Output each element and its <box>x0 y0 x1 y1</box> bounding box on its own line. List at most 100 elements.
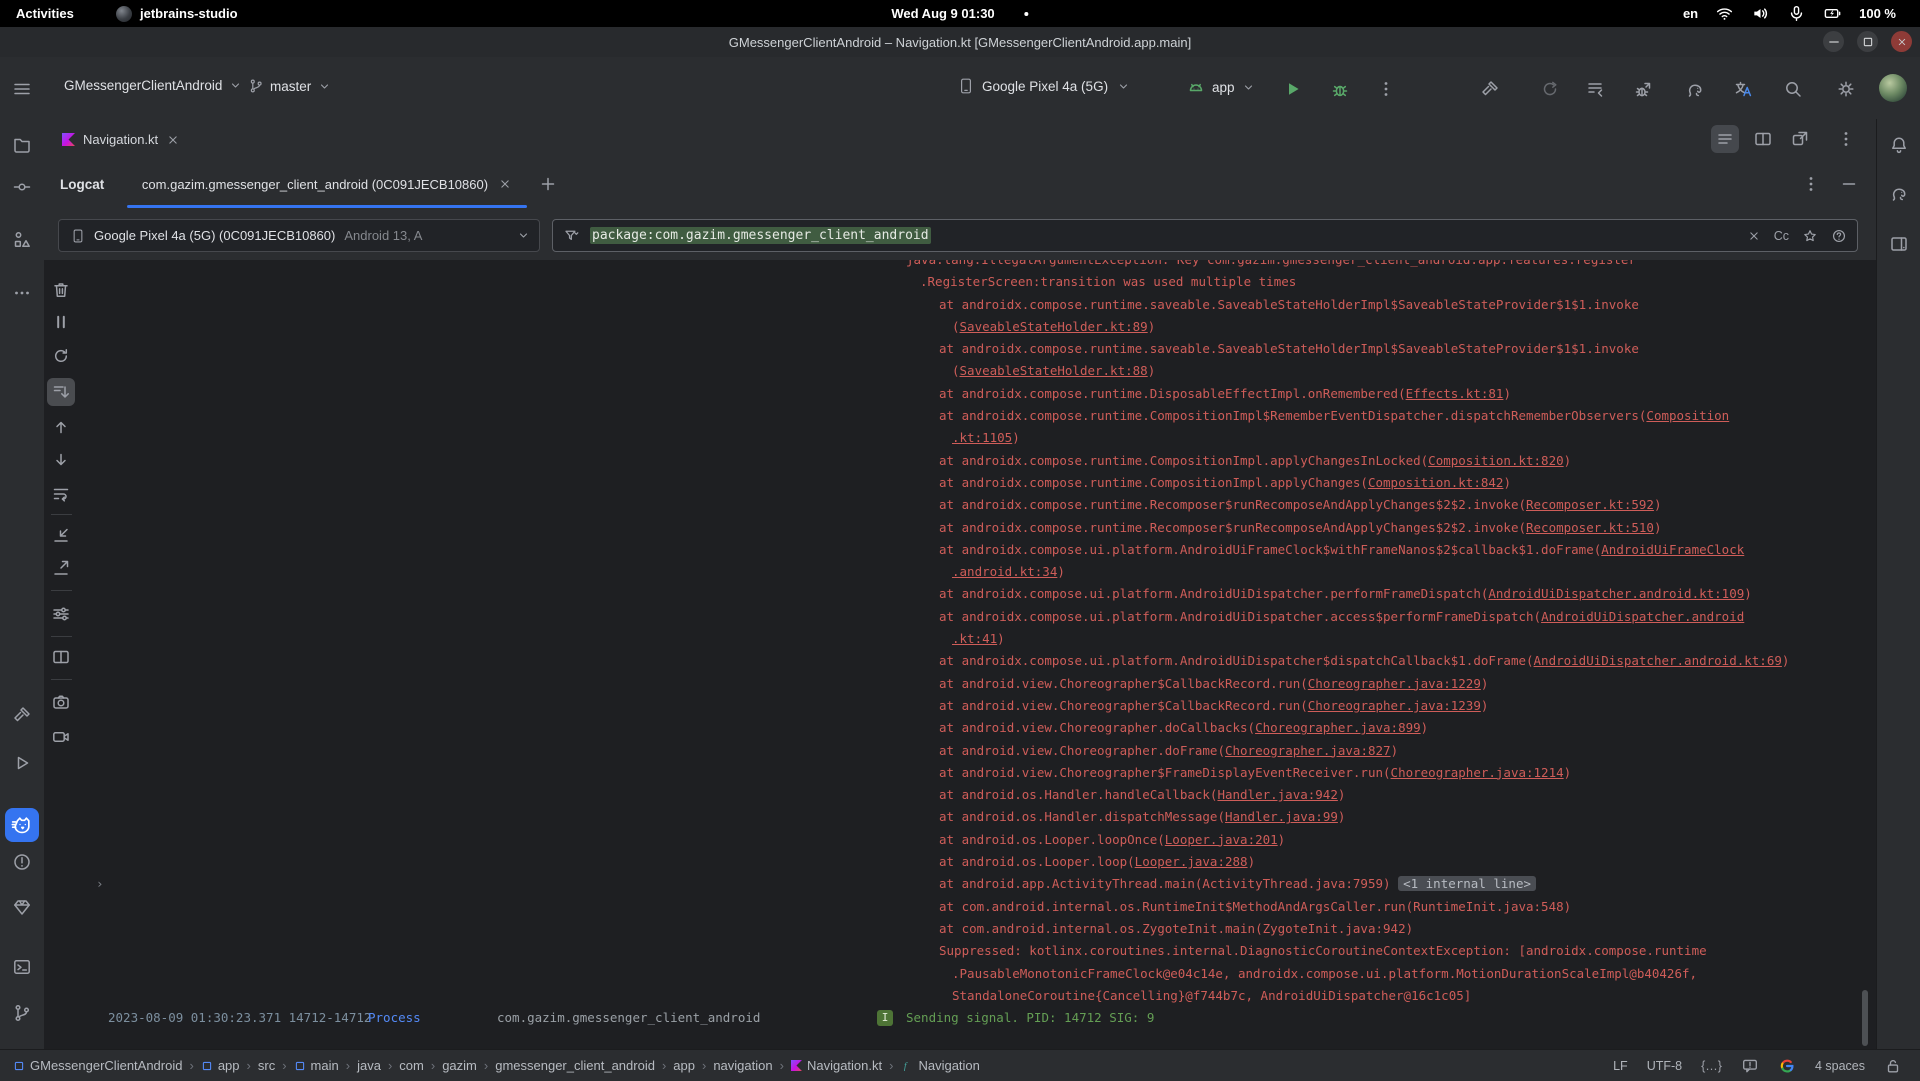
scrollbar-thumb[interactable] <box>1862 990 1868 1046</box>
clear-logcat-icon[interactable] <box>51 280 71 300</box>
tab-options-button[interactable] <box>1832 125 1860 153</box>
filter-help-icon[interactable] <box>1831 228 1847 244</box>
translate-icon[interactable] <box>1733 79 1753 99</box>
sidebar-item-app-quality-insights-icon[interactable] <box>12 897 32 917</box>
sidebar-item-build-icon[interactable] <box>12 705 32 725</box>
more-actions-kebab-icon[interactable] <box>1376 79 1396 99</box>
stack-trace-link[interactable]: Effects.kt:81 <box>1406 386 1504 401</box>
gradle-sync-icon[interactable] <box>1685 79 1705 99</box>
stack-trace-link[interactable]: Composition <box>1646 408 1729 423</box>
breadcrumb-item[interactable]: com <box>399 1058 424 1073</box>
stack-trace-link[interactable]: SaveableStateHolder.kt:88 <box>960 363 1148 378</box>
stack-trace-link[interactable]: .android.kt:34 <box>952 564 1057 579</box>
logcat-output[interactable]: java.lang.IllegalArgumentException: Key … <box>79 260 1876 1049</box>
stack-trace-link[interactable]: Choreographer.java:1214 <box>1391 765 1564 780</box>
breadcrumb-item[interactable]: app <box>673 1058 695 1073</box>
debug-button[interactable] <box>1330 79 1350 99</box>
editor-tab-navigation-kt[interactable]: Navigation.kt <box>52 119 190 160</box>
detach-window-button[interactable] <box>1786 125 1814 153</box>
device-selector[interactable]: Google Pixel 4a (5G) <box>958 77 1131 95</box>
logcat-options-kebab-icon[interactable] <box>1801 174 1821 194</box>
pause-logcat-icon[interactable] <box>51 312 71 332</box>
sidebar-item-problems-icon[interactable] <box>12 852 32 872</box>
stack-trace-link[interactable]: Composition.kt:842 <box>1368 475 1503 490</box>
stack-trace-link[interactable]: SaveableStateHolder.kt:89 <box>960 319 1148 334</box>
sidebar-item-version-control-icon[interactable] <box>12 1003 32 1023</box>
sidebar-item-more-tools-icon[interactable] <box>12 283 32 303</box>
project-widget[interactable]: GMessengerClientAndroid <box>64 78 243 93</box>
new-logcat-tab-icon[interactable] <box>538 174 558 194</box>
encoding-widget[interactable]: UTF-8 <box>1647 1059 1682 1073</box>
google-account-icon[interactable] <box>1778 1057 1796 1075</box>
breadcrumb-item[interactable]: navigation <box>713 1058 772 1073</box>
focused-app-indicator[interactable]: jetbrains-studio <box>116 0 238 27</box>
stack-trace-link[interactable]: AndroidUiFrameClock <box>1601 542 1744 557</box>
search-everywhere-icon[interactable] <box>1783 79 1803 99</box>
run-button[interactable] <box>1283 79 1303 99</box>
stack-trace-link[interactable]: .kt:1105 <box>952 430 1012 445</box>
next-occurrence-icon[interactable] <box>51 450 71 470</box>
sidebar-item-logcat-active[interactable] <box>5 808 39 842</box>
stack-trace-link[interactable]: Looper.java:288 <box>1135 854 1248 869</box>
stack-trace-link[interactable]: Choreographer.java:899 <box>1255 720 1421 735</box>
activities-button[interactable]: Activities <box>16 0 74 27</box>
stack-trace-link[interactable]: Composition.kt:820 <box>1428 453 1563 468</box>
sidebar-item-project-folder-icon[interactable] <box>12 135 32 155</box>
line-separator-widget[interactable]: LF <box>1613 1059 1628 1073</box>
screenshot-icon[interactable] <box>51 692 71 712</box>
screen-record-icon[interactable] <box>51 727 71 747</box>
stack-trace-link[interactable]: Recomposer.kt:510 <box>1526 520 1654 535</box>
right-stripe-gradle-icon[interactable] <box>1889 183 1909 203</box>
lock-open-icon[interactable] <box>1884 1057 1902 1075</box>
breadcrumb-item[interactable]: Navigation.kt <box>791 1058 882 1073</box>
stack-trace-link[interactable]: Looper.java:201 <box>1165 832 1278 847</box>
previous-occurrence-icon[interactable] <box>51 417 71 437</box>
settings-icon[interactable] <box>1836 79 1856 99</box>
sidebar-item-structure-icon[interactable] <box>12 230 32 250</box>
filter-query-text[interactable]: package:com.gazim.gmessenger_client_andr… <box>590 227 931 244</box>
stack-trace-link[interactable]: Handler.java:99 <box>1225 809 1338 824</box>
breadcrumb-item[interactable]: gmessenger_client_android <box>495 1058 655 1073</box>
breadcrumb-item[interactable]: gazim <box>442 1058 477 1073</box>
stack-trace-link[interactable]: Choreographer.java:1239 <box>1308 698 1481 713</box>
export-logs-icon[interactable] <box>51 558 71 578</box>
breadcrumb-item[interactable]: GMessengerClientAndroid <box>13 1058 182 1073</box>
breadcrumb-item[interactable]: src <box>258 1058 275 1073</box>
filter-funnel-icon[interactable] <box>563 227 580 244</box>
stack-trace-link[interactable]: .kt:41 <box>952 631 997 646</box>
rerun-icon[interactable] <box>1540 79 1560 99</box>
logcat-filter-field[interactable]: package:com.gazim.gmessenger_client_andr… <box>552 219 1858 252</box>
stack-trace-link[interactable]: AndroidUiDispatcher.android <box>1541 609 1744 624</box>
breadcrumb-item[interactable]: java <box>357 1058 381 1073</box>
breadcrumb-item[interactable]: main <box>294 1058 339 1073</box>
clear-filter-icon[interactable] <box>1747 229 1761 243</box>
sidebar-item-commit-icon[interactable] <box>12 177 32 197</box>
avatar[interactable] <box>1879 74 1907 102</box>
fold-chevron-icon[interactable]: › <box>96 873 104 895</box>
sidebar-item-run-icon[interactable] <box>12 753 32 773</box>
favorite-filter-icon[interactable] <box>1802 228 1818 244</box>
scroll-to-end-icon[interactable] <box>51 382 71 402</box>
stack-trace-link[interactable]: Recomposer.kt:592 <box>1526 497 1654 512</box>
split-editor-button[interactable] <box>1749 125 1777 153</box>
logcat-panel-title[interactable]: Logcat <box>60 160 104 208</box>
stack-trace-link[interactable]: Choreographer.java:1229 <box>1308 676 1481 691</box>
breadcrumb-item[interactable]: fNavigation <box>900 1058 979 1073</box>
stack-trace-link[interactable]: AndroidUiDispatcher.android.kt:109 <box>1488 586 1744 601</box>
minimize-button[interactable] <box>1823 31 1844 52</box>
restart-logcat-icon[interactable] <box>51 346 71 366</box>
maximize-button[interactable] <box>1857 31 1878 52</box>
build-icon[interactable] <box>1480 79 1500 99</box>
logcat-device-tab[interactable]: com.gazim.gmessenger_client_android (0C0… <box>127 160 527 208</box>
stack-trace-link[interactable]: Choreographer.java:827 <box>1225 743 1391 758</box>
logcat-settings-icon[interactable] <box>51 604 71 624</box>
run-configuration-selector[interactable]: app <box>1186 77 1256 97</box>
main-menu-icon[interactable] <box>12 79 32 99</box>
stack-trace-link[interactable]: AndroidUiDispatcher.android.kt:69 <box>1534 653 1782 668</box>
close-tab-icon[interactable] <box>166 133 180 147</box>
attach-debugger-icon[interactable] <box>1633 79 1653 99</box>
restore-layout-icon[interactable] <box>1585 79 1605 99</box>
indent-widget[interactable]: 4 spaces <box>1815 1059 1865 1073</box>
import-logs-icon[interactable] <box>51 525 71 545</box>
breadcrumb-item[interactable]: app <box>201 1058 240 1073</box>
